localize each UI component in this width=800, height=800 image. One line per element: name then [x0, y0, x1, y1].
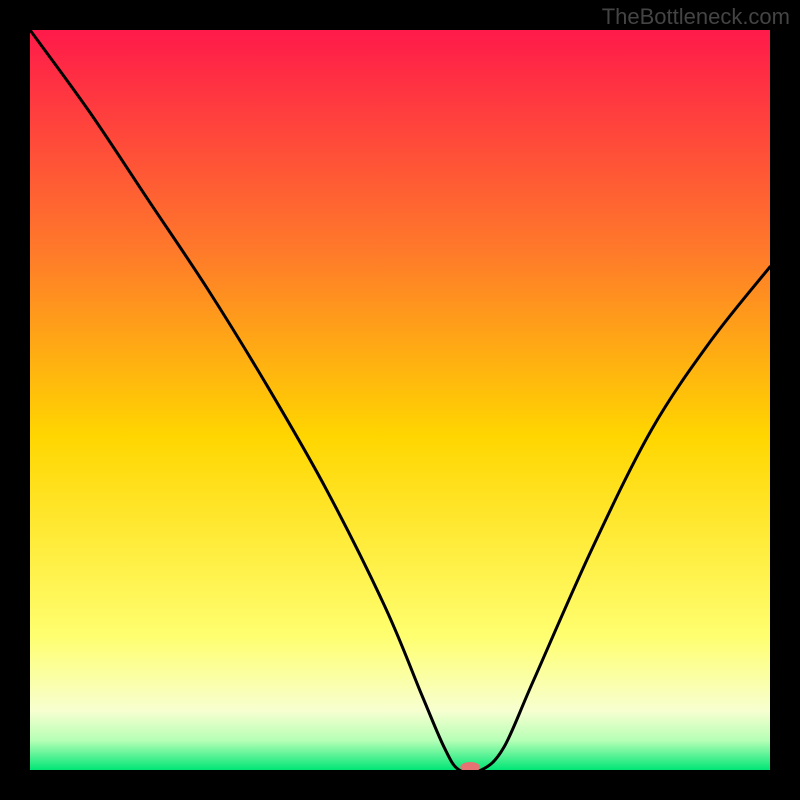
chart-container: [30, 30, 770, 770]
chart-background: [30, 30, 770, 770]
chart-svg: [30, 30, 770, 770]
watermark-text: TheBottleneck.com: [602, 4, 790, 30]
